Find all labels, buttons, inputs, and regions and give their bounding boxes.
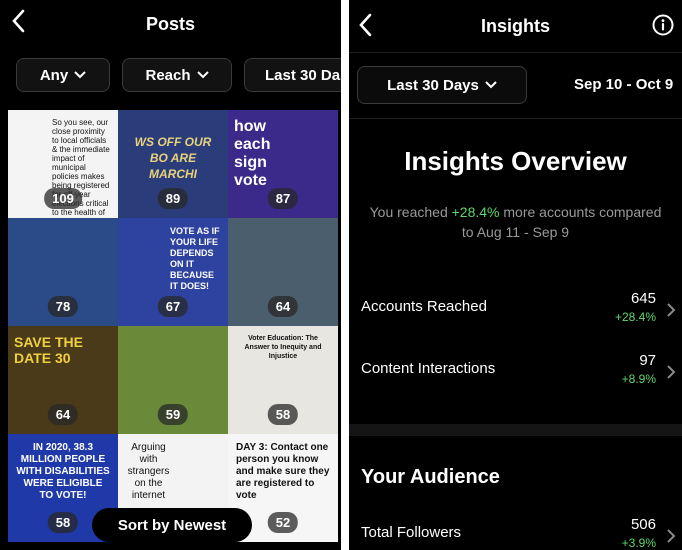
posts-header: Posts	[0, 0, 341, 48]
date-range-label: Last 30 Days	[387, 76, 479, 94]
chevron-down-icon	[74, 71, 86, 79]
chevron-right-icon	[666, 528, 676, 544]
page-title: Insights	[480, 15, 550, 36]
post-count: 78	[47, 296, 79, 317]
post-caption: Voter Education: The Answer to Inequity …	[244, 335, 322, 360]
metric-value: 645	[630, 290, 656, 307]
post-tile[interactable]: Voter Education: The Answer to Inequity …	[228, 326, 338, 434]
post-count: 52	[267, 512, 299, 533]
post-caption: Arguing with strangers on the internet	[127, 442, 170, 501]
post-count: 109	[44, 188, 82, 209]
post-count: 87	[267, 188, 299, 209]
post-tile[interactable]: 64	[228, 218, 338, 326]
post-caption: DAY 3: Contact one person you know and m…	[236, 442, 330, 501]
post-count: 89	[157, 188, 189, 209]
filter-metric-label: Reach	[145, 66, 191, 84]
filter-date-label: Last 30 Da	[265, 66, 341, 84]
filter-bar: Any Reach Last 30 Da	[0, 58, 341, 94]
metric-value: 506	[630, 516, 656, 533]
post-count: 58	[267, 404, 299, 425]
post-count: 64	[267, 296, 299, 317]
metric-label: Accounts Reached	[361, 298, 487, 315]
metric-change: +8.9%	[621, 372, 656, 386]
date-range-button[interactable]: Last 30 Days	[357, 66, 527, 104]
post-caption: IN 2020, 38.3 MILLION PEOPLE WITH DISABI…	[16, 442, 110, 501]
sort-button[interactable]: Sort by Newest	[92, 508, 252, 542]
posts-panel: Posts Any Reach Last 30 Da So you see, o…	[0, 0, 341, 550]
chevron-down-icon	[196, 71, 209, 79]
section-separator	[349, 424, 682, 436]
page-title: Posts	[145, 13, 196, 34]
insights-panel: Insights Last 30 Days Sep 10 - Oct 9 Ins…	[349, 0, 682, 550]
filter-date-button[interactable]: Last 30 Da	[244, 58, 341, 92]
post-caption: VOTE AS IF YOUR LIFE DEPENDS ON IT BECAU…	[170, 226, 220, 291]
chevron-down-icon	[485, 81, 497, 89]
post-caption: SAVE THE DATE 30	[14, 334, 83, 366]
metric-label: Content Interactions	[361, 360, 496, 377]
post-tile[interactable]: 78	[8, 218, 118, 326]
post-tile[interactable]: So you see, our close proximity to local…	[8, 110, 118, 218]
post-tile[interactable]: WS OFF OUR BO ARE MARCHI 89	[118, 110, 228, 218]
post-tile[interactable]: VOTE AS IF YOUR LIFE DEPENDS ON IT BECAU…	[118, 218, 228, 326]
metric-value: 97	[639, 352, 656, 369]
metric-total-followers[interactable]: Total Followers 506 +3.9%	[361, 514, 682, 550]
post-tile[interactable]: SAVE THE DATE 30 64	[8, 326, 118, 434]
post-count: 59	[157, 404, 189, 425]
back-icon[interactable]	[357, 12, 375, 38]
divider	[349, 52, 682, 53]
post-tile[interactable]: 59	[118, 326, 228, 434]
posts-grid: So you see, our close proximity to local…	[8, 110, 341, 550]
post-count: 58	[47, 512, 79, 533]
insights-header: Insights	[349, 0, 682, 52]
filter-type-button[interactable]: Any	[16, 58, 110, 92]
divider	[349, 118, 682, 119]
chevron-right-icon	[666, 364, 676, 380]
audience-title: Your Audience	[361, 466, 500, 488]
metric-label: Total Followers	[361, 524, 462, 541]
metric-change: +3.9%	[621, 536, 656, 550]
summary-text: You reached	[369, 204, 452, 220]
metric-accounts-reached[interactable]: Accounts Reached 645 +28.4%	[361, 288, 682, 338]
post-count: 67	[157, 296, 189, 317]
post-count: 64	[47, 404, 79, 425]
post-caption: WS OFF OUR BO ARE MARCHI	[134, 135, 212, 181]
filter-metric-button[interactable]: Reach	[122, 58, 232, 92]
overview-title: Insights Overview	[404, 146, 627, 176]
post-caption: how each sign vote	[234, 118, 271, 189]
date-range-text: Sep 10 - Oct 9	[574, 76, 674, 93]
chevron-right-icon	[666, 302, 676, 318]
metric-change: +28.4%	[614, 310, 656, 324]
back-icon[interactable]	[10, 8, 28, 34]
metric-content-interactions[interactable]: Content Interactions 97 +8.9%	[361, 350, 682, 400]
post-tile[interactable]: how each sign vote 87	[228, 110, 338, 218]
info-icon[interactable]	[652, 14, 674, 36]
filter-type-label: Any	[39, 66, 69, 84]
summary-change: +28.4%	[451, 204, 500, 220]
overview-summary: You reached +28.4% more accounts compare…	[369, 202, 662, 242]
